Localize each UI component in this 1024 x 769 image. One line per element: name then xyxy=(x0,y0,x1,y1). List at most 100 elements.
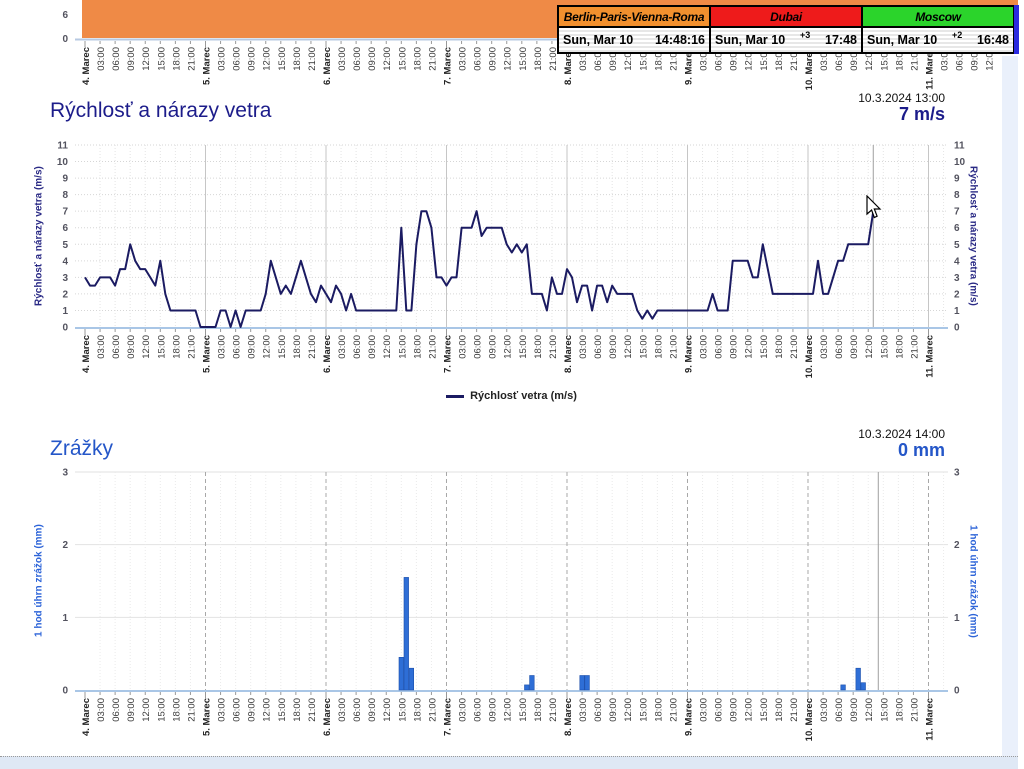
clock-utc-offset: +3 xyxy=(785,30,825,40)
svg-text:18:00: 18:00 xyxy=(894,335,905,359)
clock-time-row: Sun, Mar 1014:48:16 xyxy=(559,28,709,52)
svg-text:09:00: 09:00 xyxy=(126,47,137,71)
svg-text:15:00: 15:00 xyxy=(759,698,770,722)
svg-text:09:00: 09:00 xyxy=(247,335,258,359)
weather-dashboard: 6 0 4. Marec 03:00 06:00 09:00 12:00 15:00 18:00… xyxy=(0,0,1024,768)
precip-bar[interactable] xyxy=(399,657,404,690)
svg-text:03:00: 03:00 xyxy=(458,335,469,359)
svg-text:7: 7 xyxy=(954,207,960,218)
svg-text:1: 1 xyxy=(62,306,68,317)
svg-text:09:00: 09:00 xyxy=(488,335,499,359)
svg-text:21:00: 21:00 xyxy=(789,335,800,359)
svg-text:15:00: 15:00 xyxy=(397,698,408,722)
svg-text:15:00: 15:00 xyxy=(397,335,408,359)
svg-text:09:00: 09:00 xyxy=(247,698,258,722)
svg-text:21:00: 21:00 xyxy=(307,335,318,359)
svg-text:21:00: 21:00 xyxy=(427,698,438,722)
svg-text:21:00: 21:00 xyxy=(307,698,318,722)
clock-time-row: Sun, Mar 10+317:48 xyxy=(711,28,861,52)
svg-text:2: 2 xyxy=(62,540,68,551)
svg-text:18:00: 18:00 xyxy=(292,698,303,722)
svg-text:18:00: 18:00 xyxy=(292,335,303,359)
clock-column-berlin-paris-vienna-roma: Berlin-Paris-Vienna-RomaSun, Mar 1014:48… xyxy=(557,5,711,54)
wind-chart-y-numbers: 0011223344556677889910101111 xyxy=(57,141,966,334)
svg-text:21:00: 21:00 xyxy=(427,335,438,359)
wind-legend[interactable]: Rýchlosť vetra (m/s) xyxy=(75,390,948,402)
precip-chart-x-axis: 4. Marec03:0006:0009:0012:0015:0018:0021… xyxy=(75,691,948,741)
svg-text:18:00: 18:00 xyxy=(412,47,423,71)
precip-bar[interactable] xyxy=(861,683,866,690)
precip-bar[interactable] xyxy=(580,676,585,691)
svg-text:03:00: 03:00 xyxy=(96,698,107,722)
precip-chart-bars xyxy=(399,577,866,690)
svg-text:03:00: 03:00 xyxy=(217,47,228,71)
svg-text:15:00: 15:00 xyxy=(156,335,167,359)
precip-bar[interactable] xyxy=(530,676,535,691)
svg-text:15:00: 15:00 xyxy=(277,47,288,71)
svg-text:5. Marec: 5. Marec xyxy=(201,47,212,85)
svg-text:5: 5 xyxy=(954,240,960,251)
svg-text:2: 2 xyxy=(62,289,68,300)
precip-bar[interactable] xyxy=(841,685,846,690)
precip-timestamp: 10.3.2024 14:00 xyxy=(858,427,945,441)
svg-text:3: 3 xyxy=(954,468,960,479)
svg-text:7: 7 xyxy=(62,207,68,218)
svg-text:12:00: 12:00 xyxy=(623,698,634,722)
svg-text:09:00: 09:00 xyxy=(849,698,860,722)
svg-text:09:00: 09:00 xyxy=(247,47,258,71)
svg-text:09:00: 09:00 xyxy=(126,698,137,722)
svg-text:09:00: 09:00 xyxy=(126,335,137,359)
svg-text:8. Marec: 8. Marec xyxy=(563,335,574,373)
svg-text:21:00: 21:00 xyxy=(668,335,679,359)
clock-column-moscow: MoscowSun, Mar 10+216:48 xyxy=(861,5,1015,54)
svg-text:12:00: 12:00 xyxy=(623,335,634,359)
svg-text:03:00: 03:00 xyxy=(217,335,228,359)
svg-text:2: 2 xyxy=(954,540,960,551)
svg-text:06:00: 06:00 xyxy=(232,698,243,722)
svg-text:12:00: 12:00 xyxy=(382,47,393,71)
svg-text:4. Marec: 4. Marec xyxy=(81,335,92,373)
svg-text:15:00: 15:00 xyxy=(638,698,649,722)
svg-text:15:00: 15:00 xyxy=(759,335,770,359)
svg-text:18:00: 18:00 xyxy=(533,698,544,722)
precip-bar[interactable] xyxy=(525,685,530,690)
precip-bar[interactable] xyxy=(404,577,409,690)
svg-text:03:00: 03:00 xyxy=(819,335,830,359)
svg-text:8. Marec: 8. Marec xyxy=(563,698,574,736)
svg-text:4: 4 xyxy=(954,256,960,267)
precip-chart-y-numbers: 00112233 xyxy=(62,468,960,697)
clock-date: Sun, Mar 10 xyxy=(867,33,937,47)
svg-text:03:00: 03:00 xyxy=(458,47,469,71)
world-clock-bar: Berlin-Paris-Vienna-RomaSun, Mar 1014:48… xyxy=(557,5,1019,54)
svg-text:12:00: 12:00 xyxy=(141,335,152,359)
svg-text:21:00: 21:00 xyxy=(548,335,559,359)
precip-current-value: 0 mm xyxy=(858,441,945,460)
svg-text:12:00: 12:00 xyxy=(864,335,875,359)
svg-text:3: 3 xyxy=(62,273,68,284)
svg-text:12:00: 12:00 xyxy=(141,47,152,71)
svg-text:6: 6 xyxy=(62,223,68,234)
svg-text:12:00: 12:00 xyxy=(262,47,273,71)
svg-text:09:00: 09:00 xyxy=(608,335,619,359)
svg-text:18:00: 18:00 xyxy=(171,698,182,722)
svg-text:18:00: 18:00 xyxy=(653,335,664,359)
precip-bar[interactable] xyxy=(409,668,414,690)
svg-text:6. Marec: 6. Marec xyxy=(322,335,333,373)
svg-text:0: 0 xyxy=(954,686,960,697)
precip-bar[interactable] xyxy=(585,676,590,691)
svg-text:15:00: 15:00 xyxy=(397,47,408,71)
precip-bar[interactable] xyxy=(856,668,861,690)
svg-text:06:00: 06:00 xyxy=(714,698,725,722)
svg-text:03:00: 03:00 xyxy=(699,335,710,359)
svg-text:06:00: 06:00 xyxy=(473,47,484,71)
svg-text:09:00: 09:00 xyxy=(367,47,378,71)
wind-speed-line[interactable] xyxy=(85,211,873,327)
svg-text:03:00: 03:00 xyxy=(96,47,107,71)
svg-text:4. Marec: 4. Marec xyxy=(81,47,92,85)
svg-text:15:00: 15:00 xyxy=(277,335,288,359)
wind-timestamp: 10.3.2024 13:00 xyxy=(858,91,945,105)
clock-column-dubai: DubaiSun, Mar 10+317:48 xyxy=(709,5,863,54)
svg-text:15:00: 15:00 xyxy=(879,335,890,359)
bottom-section-edge xyxy=(0,756,1018,769)
svg-text:12:00: 12:00 xyxy=(382,335,393,359)
